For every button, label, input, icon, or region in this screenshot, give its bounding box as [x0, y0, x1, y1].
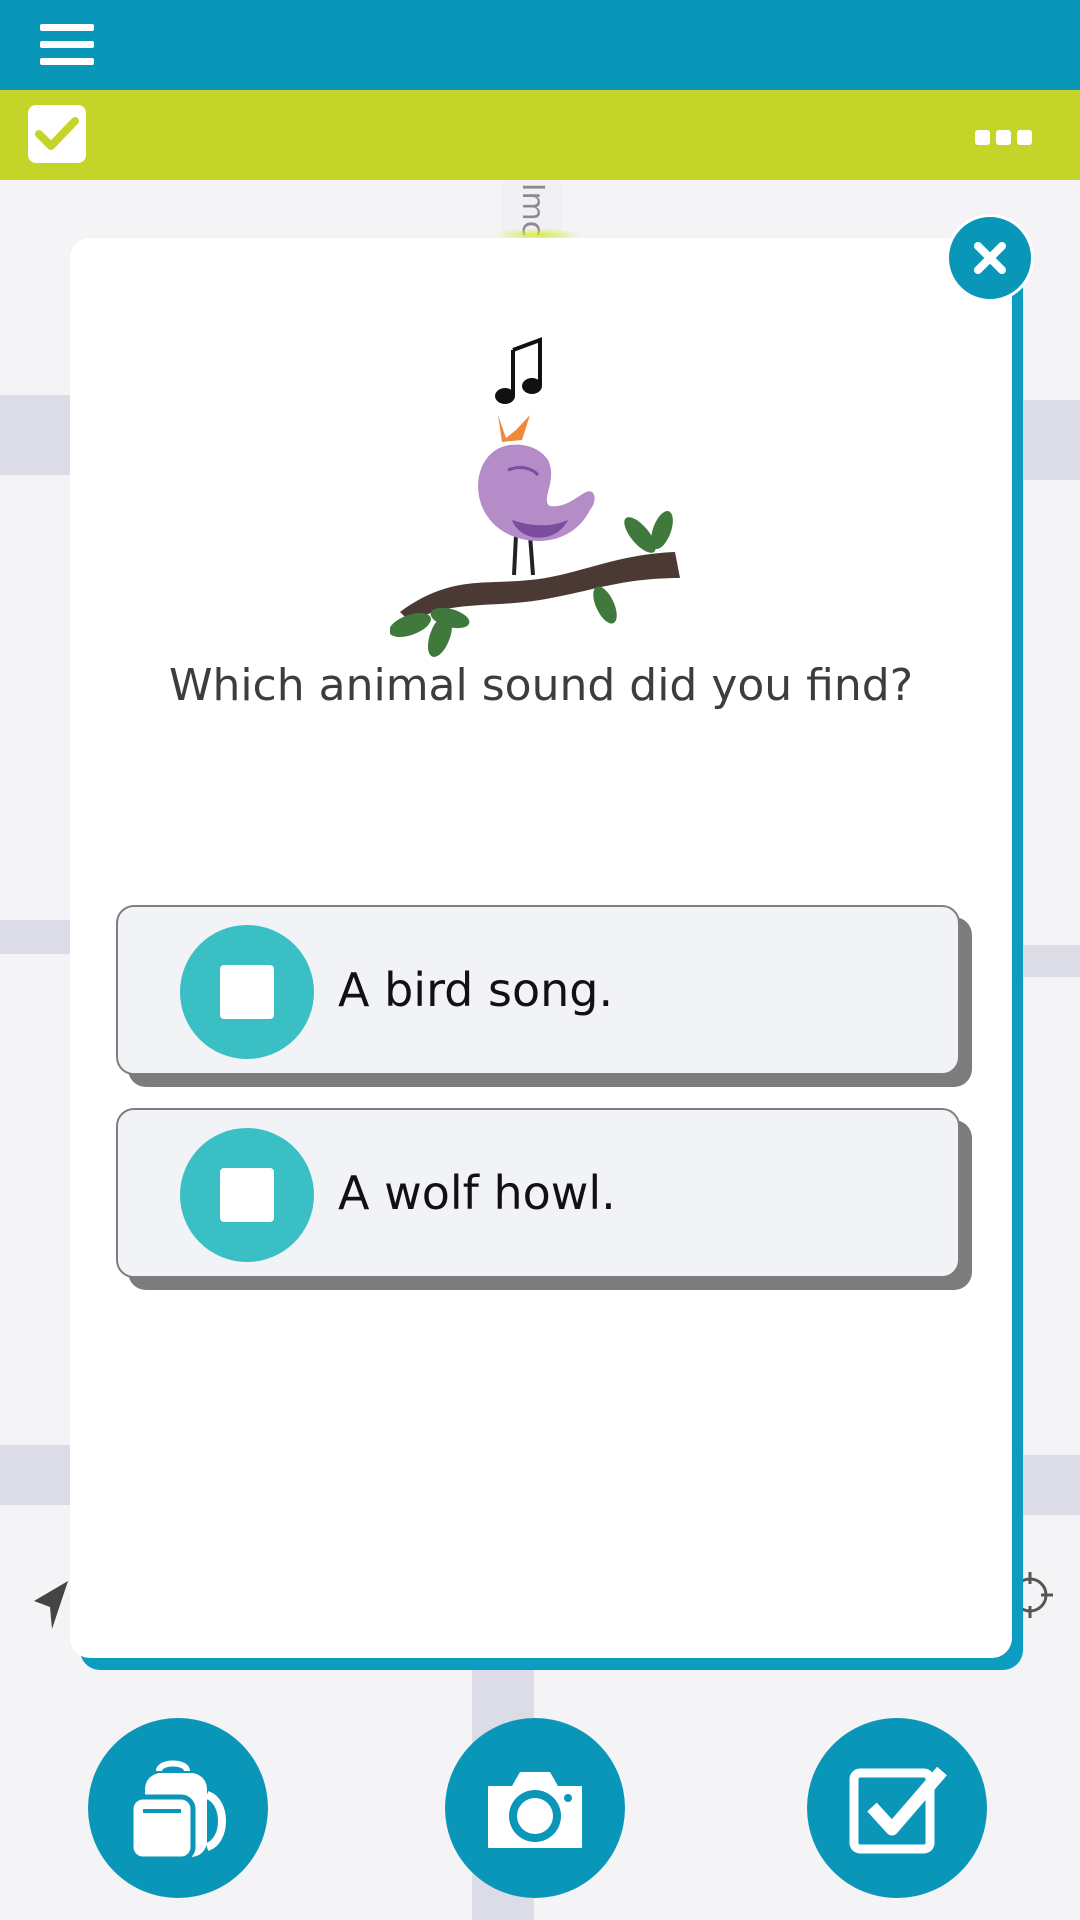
checkbox-badge [180, 925, 314, 1059]
map-road [0, 1445, 70, 1505]
backpack-icon [128, 1760, 226, 1862]
top-bar [0, 0, 1080, 90]
tasks-button[interactable] [807, 1718, 987, 1898]
map-road [0, 395, 70, 475]
task-bar [0, 90, 1080, 180]
singing-bird-illustration [390, 337, 680, 657]
navigation-arrow-icon[interactable] [30, 1575, 70, 1631]
close-button[interactable] [946, 214, 1034, 302]
answer-label: A wolf howl. [338, 1166, 616, 1220]
question-text: Which animal sound did you find? [168, 660, 914, 711]
backpack-button[interactable] [88, 1718, 268, 1898]
checkbox-icon [849, 1766, 947, 1854]
more-dots-icon[interactable] [975, 130, 1032, 145]
answer-option[interactable]: A bird song. [116, 905, 960, 1075]
hamburger-menu-icon[interactable] [40, 24, 94, 66]
answer-label: A bird song. [338, 963, 614, 1017]
map-road [0, 920, 70, 954]
camera-button[interactable] [445, 1718, 625, 1898]
close-icon [974, 242, 1006, 274]
camera-icon [488, 1772, 582, 1848]
checkbox-badge [180, 1128, 314, 1262]
checkbox-icon[interactable] [28, 105, 86, 163]
answer-option[interactable]: A wolf howl. [116, 1108, 960, 1278]
